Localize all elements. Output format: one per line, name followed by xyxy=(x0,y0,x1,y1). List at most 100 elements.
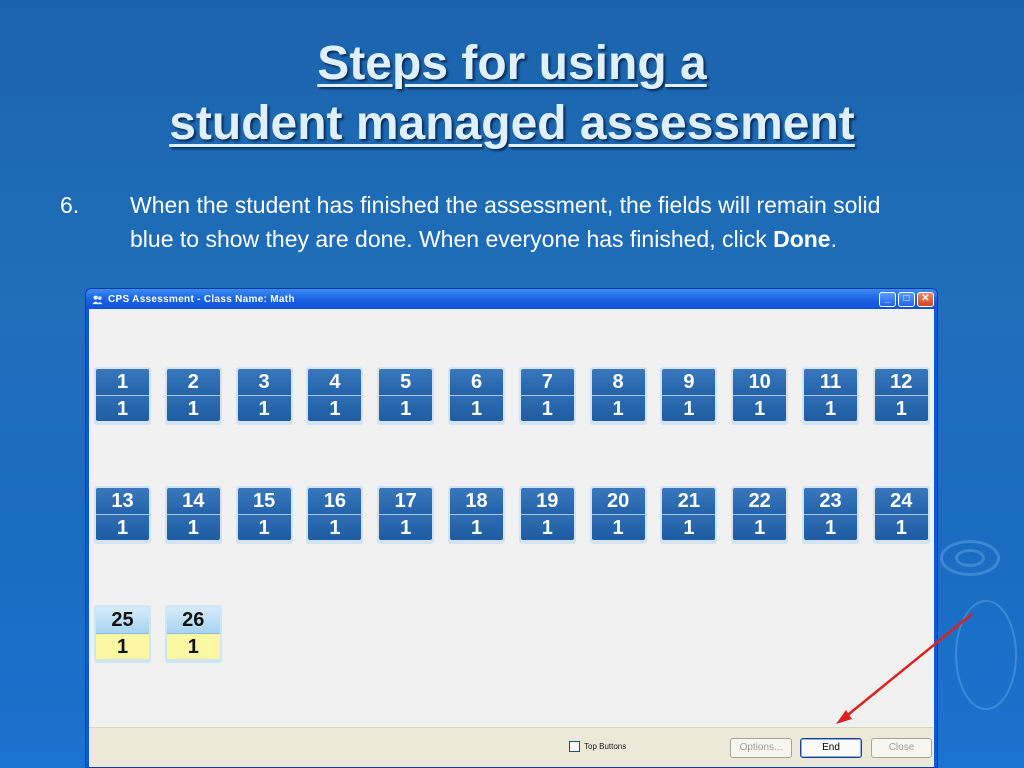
ripple-decoration xyxy=(955,549,985,567)
student-tile[interactable]: 17 1 xyxy=(377,486,435,544)
student-number: 6 xyxy=(450,369,503,395)
users-icon xyxy=(92,295,103,304)
student-question-value: 1 xyxy=(237,514,291,540)
slide-title-line1: Steps for using a xyxy=(317,37,707,90)
student-tile[interactable]: 26 1 xyxy=(164,605,222,663)
student-number: 14 xyxy=(166,488,220,514)
student-tile[interactable]: 51 xyxy=(377,367,435,425)
student-question-value: 1 xyxy=(166,514,220,540)
student-question-value: 1 xyxy=(308,514,362,540)
student-number: 25 xyxy=(96,607,149,633)
ripple-decoration xyxy=(955,600,1017,710)
student-question-value: 1 xyxy=(520,395,574,421)
student-tile[interactable]: 21 1 xyxy=(660,486,718,544)
step-text-end: . xyxy=(830,226,837,252)
student-number: 19 xyxy=(520,488,574,514)
student-question-value: 1 xyxy=(96,514,149,540)
student-tile[interactable]: 11 1 xyxy=(802,367,859,425)
student-tile[interactable]: 14 1 xyxy=(164,486,222,544)
student-question-value: 1 xyxy=(520,514,574,540)
student-number: 22 xyxy=(733,488,787,514)
student-number: 5 xyxy=(379,369,433,395)
checkbox-box[interactable] xyxy=(569,741,580,752)
student-number: 10 xyxy=(733,369,787,395)
student-number: 23 xyxy=(804,488,857,514)
student-tile[interactable]: 10 1 xyxy=(731,367,789,425)
top-buttons-checkbox[interactable]: Top Buttons xyxy=(569,741,626,752)
student-tile[interactable]: 91 xyxy=(660,367,718,425)
slide-title: Steps for using a student managed assess… xyxy=(0,34,1024,154)
student-tile[interactable]: 18 1 xyxy=(448,486,505,544)
student-question-value: 1 xyxy=(591,514,645,540)
student-tile[interactable]: 16 1 xyxy=(306,486,364,544)
student-question-value: 1 xyxy=(237,395,291,421)
student-tile[interactable]: 23 1 xyxy=(802,486,859,544)
slide-title-line2: student managed assessment xyxy=(169,97,855,150)
student-question-value: 1 xyxy=(166,633,220,659)
student-number: 21 xyxy=(662,488,716,514)
student-question-value: 1 xyxy=(804,514,857,540)
student-tile[interactable]: 71 xyxy=(518,367,576,425)
student-question-value: 1 xyxy=(166,395,220,421)
student-question-value: 1 xyxy=(96,633,149,659)
student-question-value: 1 xyxy=(379,514,433,540)
student-question-value: 1 xyxy=(804,395,857,421)
student-number: 18 xyxy=(450,488,503,514)
step-text-bold: Done xyxy=(773,226,831,252)
student-number: 17 xyxy=(379,488,433,514)
student-number: 16 xyxy=(308,488,362,514)
step-text-main: When the student has finished the assess… xyxy=(130,192,881,252)
student-question-value: 1 xyxy=(874,514,928,540)
cps-assessment-window: CPS Assessment - Class Name: Math _ □ ✕ … xyxy=(85,288,938,768)
step-text: When the student has finished the assess… xyxy=(130,188,930,256)
student-tile[interactable]: 22 1 xyxy=(731,486,789,544)
student-tile[interactable]: 61 xyxy=(448,367,505,425)
student-number: 2 xyxy=(166,369,220,395)
student-number: 13 xyxy=(96,488,149,514)
student-tile[interactable]: 21 xyxy=(164,367,222,425)
window-title: CPS Assessment - Class Name: Math xyxy=(108,293,295,305)
student-tile[interactable]: 13 1 xyxy=(94,486,151,544)
bottom-toolbar: Top Buttons Options... End Close xyxy=(89,727,934,767)
student-number: 1 xyxy=(96,369,149,395)
student-tile[interactable]: 12 1 xyxy=(872,367,930,425)
assessment-client-area: 1 1 2 1 3 1 4 1 5 1 6 1 7 1 8 1 9 1 10 1 11 1 12 1 13 1 14 1 15 1 16 1 1… xyxy=(89,309,934,767)
student-number: 9 xyxy=(662,369,716,395)
student-number: 8 xyxy=(591,369,645,395)
end-button[interactable]: End xyxy=(800,738,862,758)
student-number: 12 xyxy=(874,369,928,395)
student-tile[interactable]: 15 1 xyxy=(235,486,293,544)
student-question-value: 1 xyxy=(733,514,787,540)
student-question-value: 1 xyxy=(733,395,787,421)
close-window-button[interactable]: ✕ xyxy=(917,291,934,307)
student-question-value: 1 xyxy=(662,514,716,540)
student-tile[interactable]: 24 1 xyxy=(872,486,930,544)
student-number: 26 xyxy=(166,607,220,633)
maximize-button[interactable]: □ xyxy=(898,291,915,307)
close-button[interactable]: Close xyxy=(871,738,932,758)
minimize-button[interactable]: _ xyxy=(879,291,896,307)
student-tile[interactable]: 31 xyxy=(235,367,293,425)
student-number: 11 xyxy=(804,369,857,395)
options-button[interactable]: Options... xyxy=(730,738,792,758)
student-tile[interactable]: 19 1 xyxy=(518,486,576,544)
student-tile[interactable]: 11 xyxy=(94,367,151,425)
student-number: 3 xyxy=(237,369,291,395)
student-question-value: 1 xyxy=(308,395,362,421)
student-number: 7 xyxy=(520,369,574,395)
student-tile[interactable]: 41 xyxy=(306,367,364,425)
student-question-value: 1 xyxy=(379,395,433,421)
student-number: 15 xyxy=(237,488,291,514)
student-number: 24 xyxy=(874,488,928,514)
student-tile[interactable]: 25 1 xyxy=(94,605,151,663)
student-question-value: 1 xyxy=(96,395,149,421)
student-question-value: 1 xyxy=(450,514,503,540)
student-number: 20 xyxy=(591,488,645,514)
window-titlebar[interactable]: CPS Assessment - Class Name: Math _ □ ✕ xyxy=(86,289,937,309)
student-tile[interactable]: 81 xyxy=(589,367,647,425)
student-number: 4 xyxy=(308,369,362,395)
student-tile[interactable]: 20 1 xyxy=(589,486,647,544)
student-question-value: 1 xyxy=(662,395,716,421)
student-question-value: 1 xyxy=(874,395,928,421)
student-question-value: 1 xyxy=(450,395,503,421)
